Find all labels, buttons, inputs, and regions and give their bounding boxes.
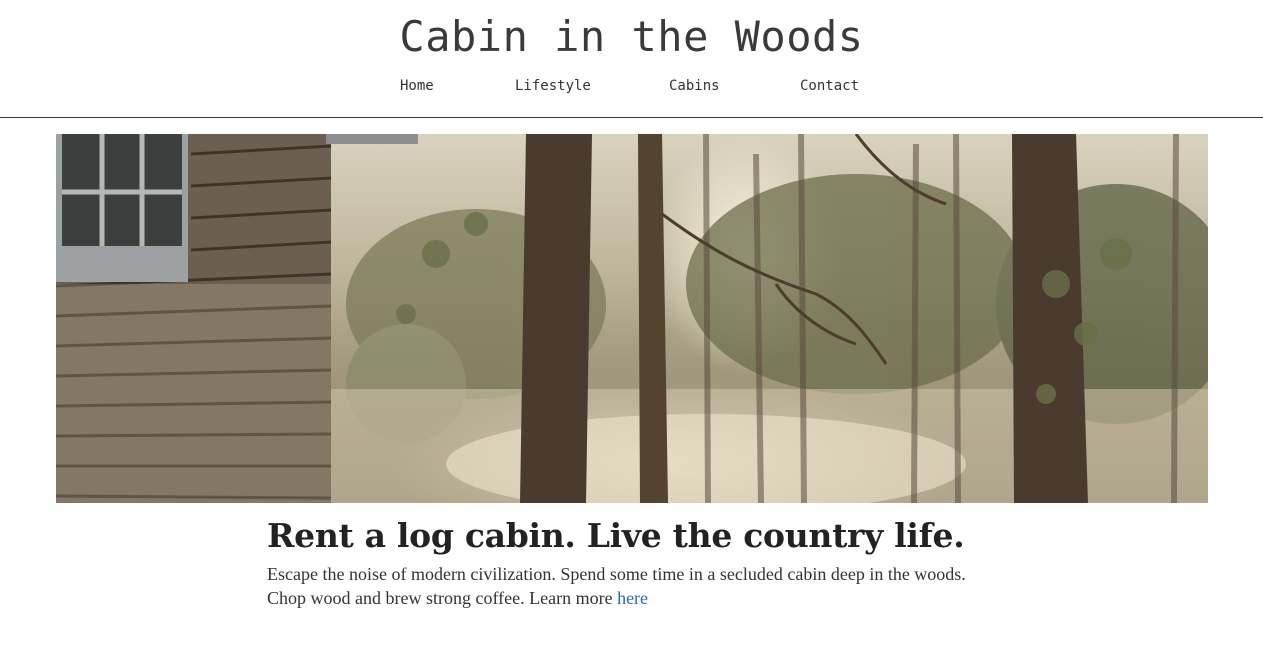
nav-link-contact[interactable]: Contact — [800, 76, 859, 96]
intro-paragraph: Escape the noise of modern civilization.… — [267, 562, 987, 610]
hero-image — [56, 134, 1208, 503]
roof-edge — [326, 134, 418, 144]
nav-link-cabins[interactable]: Cabins — [669, 76, 720, 96]
nav-link-home[interactable]: Home — [400, 76, 434, 96]
nav-link-lifestyle[interactable]: Lifestyle — [515, 76, 591, 96]
hero-illustration — [56, 134, 1208, 503]
cabin-window — [56, 134, 188, 282]
learn-more-link[interactable]: here — [617, 588, 648, 608]
main-nav: Home Lifestyle Cabins Contact — [0, 76, 1263, 98]
page-headline: Rent a log cabin. Live the country life. — [267, 516, 965, 555]
site-header: Cabin in the Woods Home Lifestyle Cabins… — [0, 0, 1263, 118]
site-title: Cabin in the Woods — [399, 12, 864, 61]
